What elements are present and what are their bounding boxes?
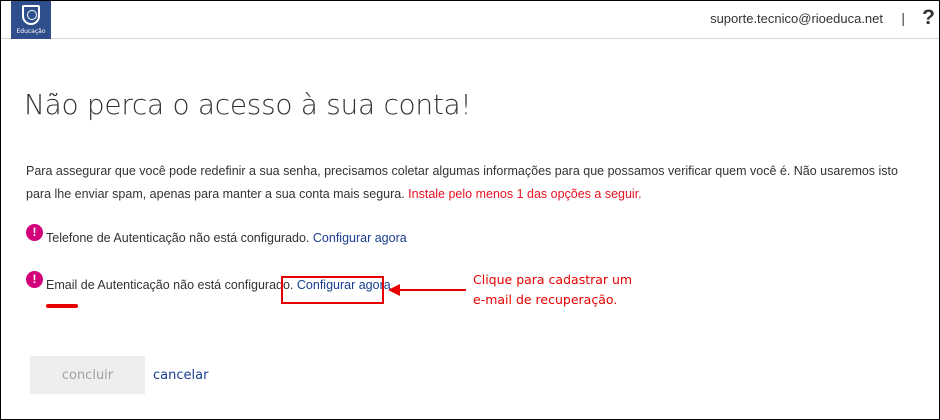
user-email[interactable]: suporte.tecnico@rioeduca.net — [710, 11, 883, 26]
annotation-callout: Clique para cadastrar um e-mail de recup… — [473, 270, 632, 310]
auth-phone-item: ! Telefone de Autenticação não está confi… — [26, 224, 407, 247]
header-separator: | — [901, 10, 905, 26]
cancel-link[interactable]: cancelar — [153, 368, 208, 383]
highlight-box — [281, 276, 384, 304]
crest-icon — [22, 5, 40, 25]
auth-email-highlight: Email — [46, 277, 78, 292]
alert-icon: ! — [26, 224, 43, 241]
alert-icon: ! — [26, 271, 43, 288]
intro-paragraph: Para assegurar que você pode redefinir a… — [26, 160, 906, 206]
auth-phone-label: Telefone de Autenticação não está config… — [46, 230, 310, 245]
help-icon[interactable]: ? — [922, 6, 935, 30]
intro-warning: Instale pelo menos 1 das opções a seguir… — [408, 187, 642, 201]
highlight-underline — [46, 304, 78, 308]
logo-text: Educação — [16, 28, 46, 35]
page-title: Não perca o acesso à sua conta! — [24, 88, 472, 121]
done-button[interactable]: concluir — [30, 356, 145, 394]
auth-email-label: de Autenticação não está configurado. — [77, 277, 294, 292]
logo[interactable]: Educação — [11, 1, 51, 39]
annotation-line-2: e-mail de recuperação. — [473, 292, 618, 307]
annotation-line-1: Clique para cadastrar um — [473, 272, 633, 287]
top-header: Educação suporte.tecnico@rioeduca.net | … — [1, 1, 939, 39]
arrow-icon — [388, 284, 466, 296]
configure-phone-link[interactable]: Configurar agora — [313, 231, 407, 245]
